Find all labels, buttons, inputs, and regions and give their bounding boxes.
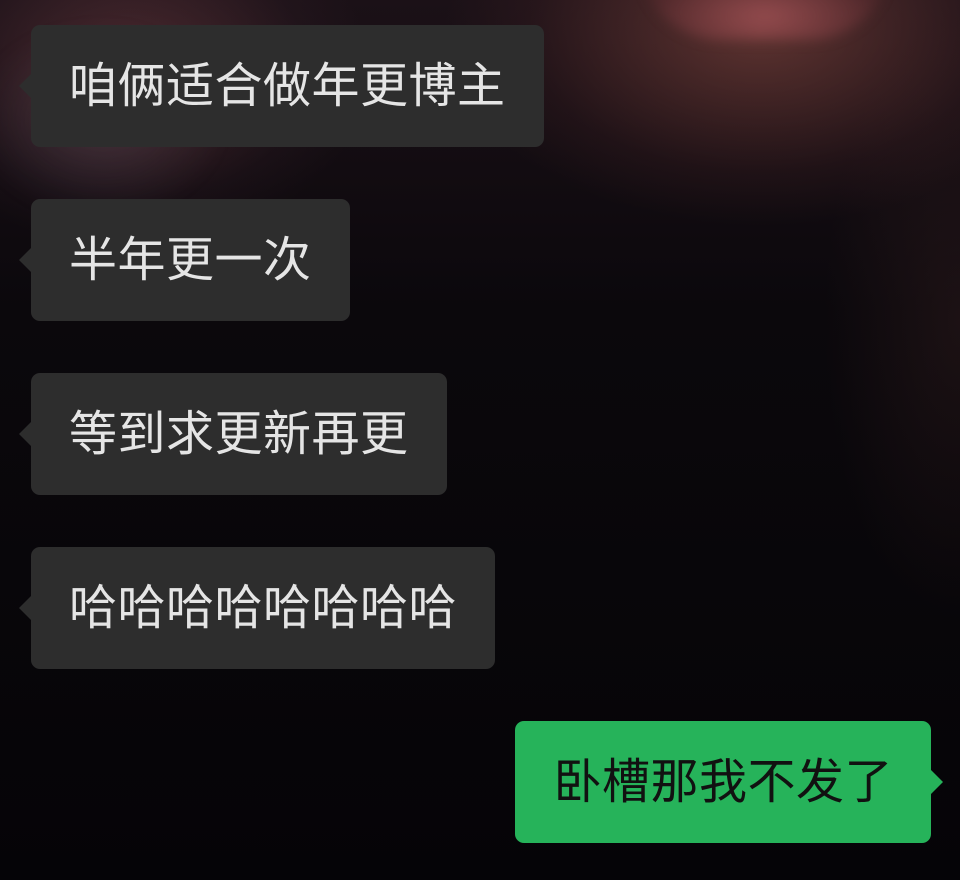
incoming-message-bubble[interactable]: 等到求更新再更 [31, 373, 447, 495]
chat-message-list[interactable]: 咱俩适合做年更博主 半年更一次 等到求更新再更 哈哈哈哈哈哈哈哈 卧槽那我不发了 [0, 0, 960, 880]
message-row-incoming: 半年更一次 [31, 199, 350, 321]
outgoing-message-bubble[interactable]: 卧槽那我不发了 [515, 721, 931, 843]
incoming-message-bubble[interactable]: 咱俩适合做年更博主 [31, 25, 544, 147]
message-row-incoming: 哈哈哈哈哈哈哈哈 [31, 547, 496, 669]
incoming-message-bubble[interactable]: 半年更一次 [31, 199, 350, 321]
incoming-message-bubble[interactable]: 哈哈哈哈哈哈哈哈 [31, 547, 496, 669]
message-row-outgoing: 卧槽那我不发了 [515, 721, 931, 843]
message-row-incoming: 等到求更新再更 [31, 373, 447, 495]
message-row-incoming: 咱俩适合做年更博主 [31, 25, 544, 147]
